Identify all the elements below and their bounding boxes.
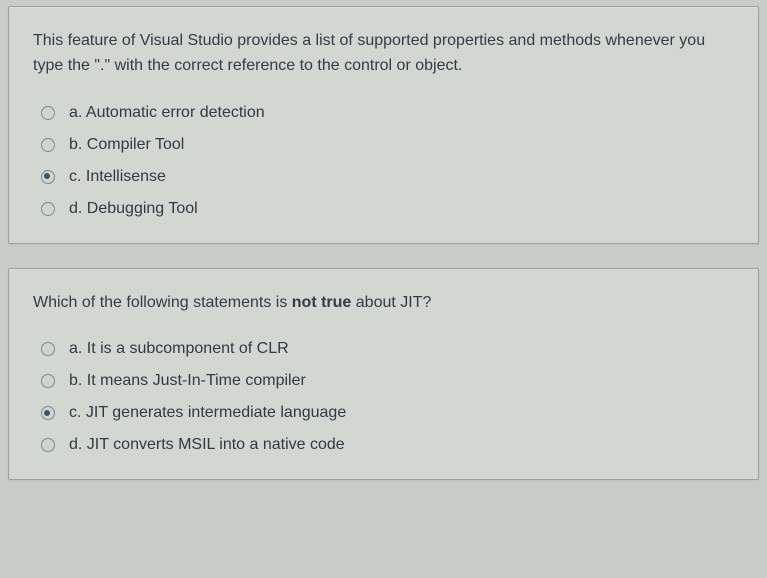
option-label: c. Intellisense — [69, 168, 166, 186]
options-list: a. Automatic error detection b. Compiler… — [33, 97, 734, 225]
radio-icon[interactable] — [41, 342, 55, 356]
question-text-post: about JIT? — [351, 294, 431, 311]
radio-icon[interactable] — [41, 138, 55, 152]
option-label: c. JIT generates intermediate language — [69, 404, 346, 422]
question-text-pre: Which of the following statements is — [33, 294, 292, 311]
option-row[interactable]: d. JIT converts MSIL into a native code — [33, 429, 734, 461]
radio-icon[interactable] — [41, 170, 55, 184]
question-card: This feature of Visual Studio provides a… — [8, 6, 759, 244]
option-label: a. It is a subcomponent of CLR — [69, 340, 289, 358]
radio-icon[interactable] — [41, 406, 55, 420]
option-row[interactable]: a. It is a subcomponent of CLR — [33, 333, 734, 365]
question-text: Which of the following statements is not… — [33, 291, 734, 316]
radio-icon[interactable] — [41, 438, 55, 452]
option-row[interactable]: c. Intellisense — [33, 161, 734, 193]
option-row[interactable]: d. Debugging Tool — [33, 193, 734, 225]
option-label: a. Automatic error detection — [69, 104, 265, 122]
option-label: d. Debugging Tool — [69, 200, 198, 218]
options-list: a. It is a subcomponent of CLR b. It mea… — [33, 333, 734, 461]
option-label: b. It means Just-In-Time compiler — [69, 372, 306, 390]
radio-icon[interactable] — [41, 106, 55, 120]
question-card: Which of the following statements is not… — [8, 268, 759, 481]
radio-icon[interactable] — [41, 374, 55, 388]
option-label: d. JIT converts MSIL into a native code — [69, 436, 345, 454]
option-label: b. Compiler Tool — [69, 136, 184, 154]
option-row[interactable]: b. Compiler Tool — [33, 129, 734, 161]
question-text: This feature of Visual Studio provides a… — [33, 29, 734, 79]
option-row[interactable]: b. It means Just-In-Time compiler — [33, 365, 734, 397]
option-row[interactable]: a. Automatic error detection — [33, 97, 734, 129]
option-row[interactable]: c. JIT generates intermediate language — [33, 397, 734, 429]
question-text-content: This feature of Visual Studio provides a… — [33, 32, 705, 74]
question-text-bold: not true — [292, 294, 352, 311]
radio-icon[interactable] — [41, 202, 55, 216]
